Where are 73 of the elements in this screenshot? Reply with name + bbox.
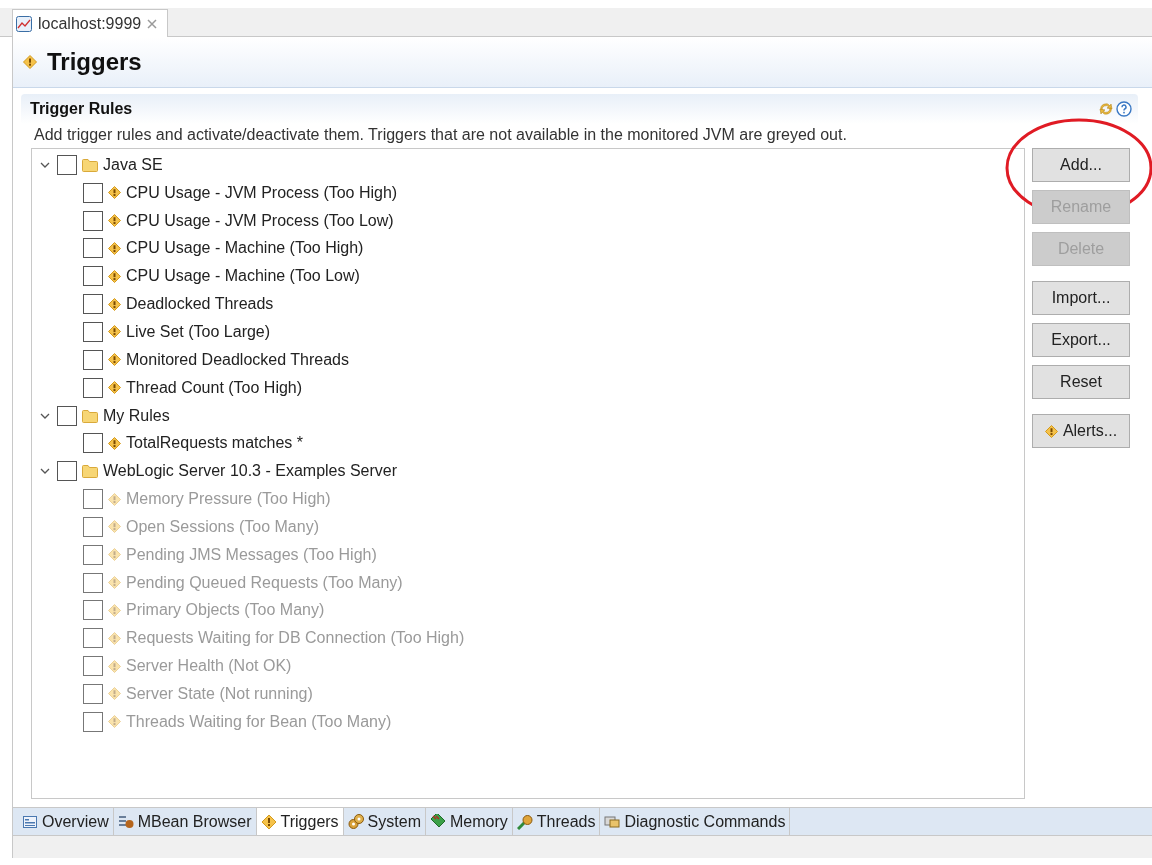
checkbox[interactable] — [57, 461, 77, 482]
tree-item[interactable]: Deadlocked Threads — [126, 295, 274, 314]
checkbox[interactable] — [83, 294, 103, 315]
tab[interactable]: System — [343, 808, 426, 835]
folder-icon — [82, 464, 98, 479]
trigger-icon — [108, 603, 121, 617]
trigger-icon — [23, 55, 37, 69]
trigger-icon — [108, 269, 121, 283]
tree-item[interactable]: Thread Count (Too High) — [126, 378, 303, 397]
trigger-icon — [108, 492, 121, 506]
trigger-icon — [108, 325, 121, 339]
overview-icon — [22, 813, 38, 830]
button[interactable]: Alerts... — [1032, 414, 1130, 448]
tree-item[interactable]: Live Set (Too Large) — [126, 323, 271, 341]
button[interactable]: Export... — [1032, 323, 1130, 357]
trigger-icon — [108, 659, 121, 673]
checkbox[interactable] — [57, 154, 77, 175]
tree-item[interactable]: WebLogic Server 10.3 - Examples Server — [103, 462, 398, 481]
trigger-icon — [108, 520, 121, 534]
tab[interactable]: Memory — [425, 808, 513, 835]
editor-tab[interactable]: localhost:9999 — [12, 9, 169, 37]
checkbox[interactable] — [57, 405, 77, 426]
trigger-icon — [108, 715, 121, 729]
trigger-icon — [108, 381, 121, 395]
trigger-icon — [108, 631, 121, 645]
trigger-icon — [108, 548, 121, 562]
tab[interactable]: Overview — [18, 808, 114, 835]
diagnostic-icon — [604, 813, 621, 830]
trigger-icon — [108, 241, 121, 255]
description-text: Add trigger rules and activate/deactivate them. Triggers that are not available in the monitored JVM are greyed out. — [34, 126, 847, 143]
folder-icon — [82, 157, 98, 172]
trigger-icon — [108, 576, 121, 590]
close-icon — [147, 18, 158, 29]
tree-item[interactable]: CPU Usage - JVM Process (Too High) — [126, 183, 398, 202]
checkbox[interactable] — [83, 210, 103, 231]
tab[interactable]: Diagnostic Commands — [600, 808, 791, 835]
checkbox[interactable] — [83, 238, 103, 259]
checkbox[interactable] — [83, 349, 103, 370]
tab[interactable]: Triggers — [256, 808, 344, 835]
trigger-icon — [260, 813, 277, 830]
checkbox[interactable] — [83, 182, 103, 203]
trigger-icon — [108, 436, 121, 450]
trigger-icon — [108, 297, 121, 311]
button[interactable]: Import... — [1032, 281, 1130, 315]
checkbox[interactable] — [83, 322, 103, 342]
trigger-icon — [1044, 424, 1058, 438]
system-icon — [347, 813, 364, 830]
tree-item[interactable]: Java SE — [103, 155, 163, 174]
chart-icon — [16, 15, 32, 32]
tree-item[interactable]: Monitored Deadlocked Threads — [126, 350, 349, 369]
tab[interactable]: MBean Browser — [113, 808, 257, 835]
checkbox[interactable] — [83, 377, 103, 398]
trigger-icon — [108, 353, 121, 367]
mbean-icon — [117, 813, 134, 830]
trigger-icon — [108, 186, 121, 200]
trigger-icon — [108, 214, 121, 228]
threads-icon — [516, 813, 533, 830]
section-title: Trigger Rules — [30, 100, 133, 118]
checkbox[interactable] — [83, 433, 103, 454]
checkbox[interactable] — [83, 266, 103, 287]
tree-item[interactable]: TotalRequests matches * — [126, 434, 303, 453]
trigger-icon — [108, 687, 121, 701]
button[interactable]: Add... — [1032, 148, 1130, 182]
tree-item[interactable]: My Rules — [103, 406, 170, 425]
folder-icon — [82, 408, 98, 423]
tree-item[interactable]: CPU Usage - JVM Process (Too Low) — [126, 211, 394, 230]
page-title: Triggers — [47, 48, 142, 76]
tree-item[interactable]: CPU Usage - Machine (Too High) — [126, 239, 364, 258]
tree-item[interactable]: CPU Usage - Machine (Too Low) — [126, 267, 360, 286]
help-button[interactable] — [1115, 100, 1132, 118]
button[interactable]: Reset — [1032, 365, 1130, 399]
memory-icon — [429, 813, 446, 830]
tab[interactable]: Threads — [512, 808, 601, 835]
